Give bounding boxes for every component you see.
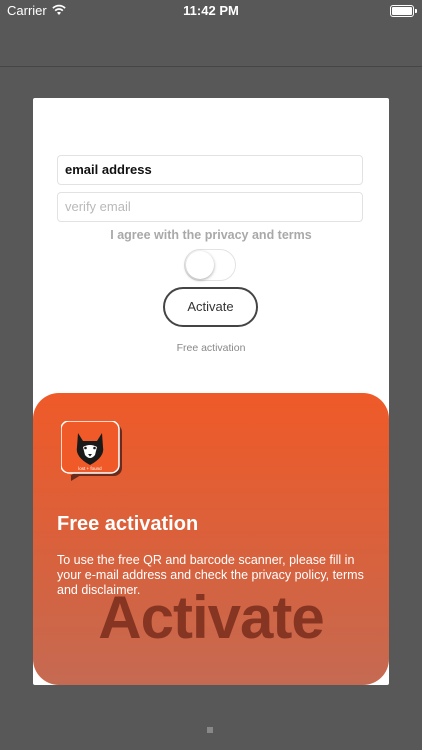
- status-bar: Carrier 11:42 PM: [0, 0, 422, 22]
- status-time: 11:42 PM: [183, 3, 239, 18]
- navigation-bar: [0, 22, 422, 67]
- free-activation-note: Free activation: [176, 342, 246, 354]
- privacy-terms-toggle[interactable]: [184, 249, 236, 281]
- toggle-knob: [186, 251, 214, 279]
- promo-activate-text: Activate: [98, 584, 324, 651]
- husky-logo-icon: lost + found: [61, 421, 122, 481]
- promo-banner: lost + found Free activation To use the …: [33, 393, 389, 685]
- email-field[interactable]: email address: [57, 155, 363, 185]
- verify-email-field[interactable]: verify email: [57, 192, 363, 222]
- home-indicator: [207, 727, 213, 733]
- logo-text: lost + found: [78, 466, 102, 471]
- activate-button[interactable]: Activate: [163, 287, 258, 327]
- activation-card: email address verify email I agree with …: [33, 98, 389, 685]
- privacy-terms-label: I agree with the privacy and terms: [110, 228, 312, 242]
- promo-title: Free activation: [57, 513, 199, 535]
- battery-icon: [390, 5, 417, 17]
